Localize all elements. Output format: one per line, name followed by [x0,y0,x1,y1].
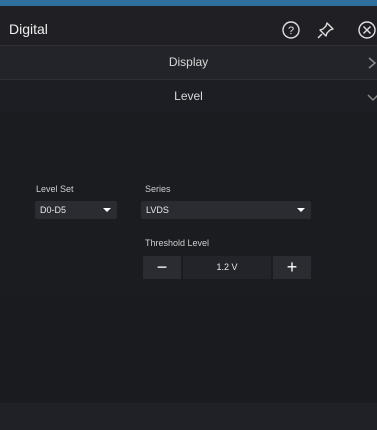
threshold-level-value[interactable]: 1.2 V [183,256,271,279]
chevron-down-icon [367,90,377,104]
svg-text:?: ? [288,25,294,37]
level-section-header[interactable]: Level [0,79,377,113]
increment-button[interactable]: + [273,256,311,279]
display-section-label: Display [168,55,209,69]
dropdown-caret-icon [103,208,111,212]
level-set-label: Level Set [36,184,74,194]
close-icon[interactable] [357,20,377,40]
level-section-label: Level [174,89,203,103]
series-value: LVDS [146,205,169,215]
chevron-right-icon [367,56,377,70]
threshold-level-stepper: − 1.2 V + [143,256,311,279]
threshold-level-label: Threshold Level [145,238,210,248]
pin-icon[interactable] [316,20,336,40]
bottom-bar [0,403,377,430]
help-icon[interactable]: ? [281,20,301,40]
series-label: Series [145,184,171,194]
decrement-button[interactable]: − [143,256,181,279]
level-set-dropdown[interactable]: D0-D5 [35,201,117,219]
display-section-header[interactable]: Display [0,45,377,79]
series-dropdown[interactable]: LVDS [141,201,311,219]
window-title: Digital [9,21,48,37]
dropdown-caret-icon [297,208,305,212]
level-set-value: D0-D5 [40,205,67,215]
